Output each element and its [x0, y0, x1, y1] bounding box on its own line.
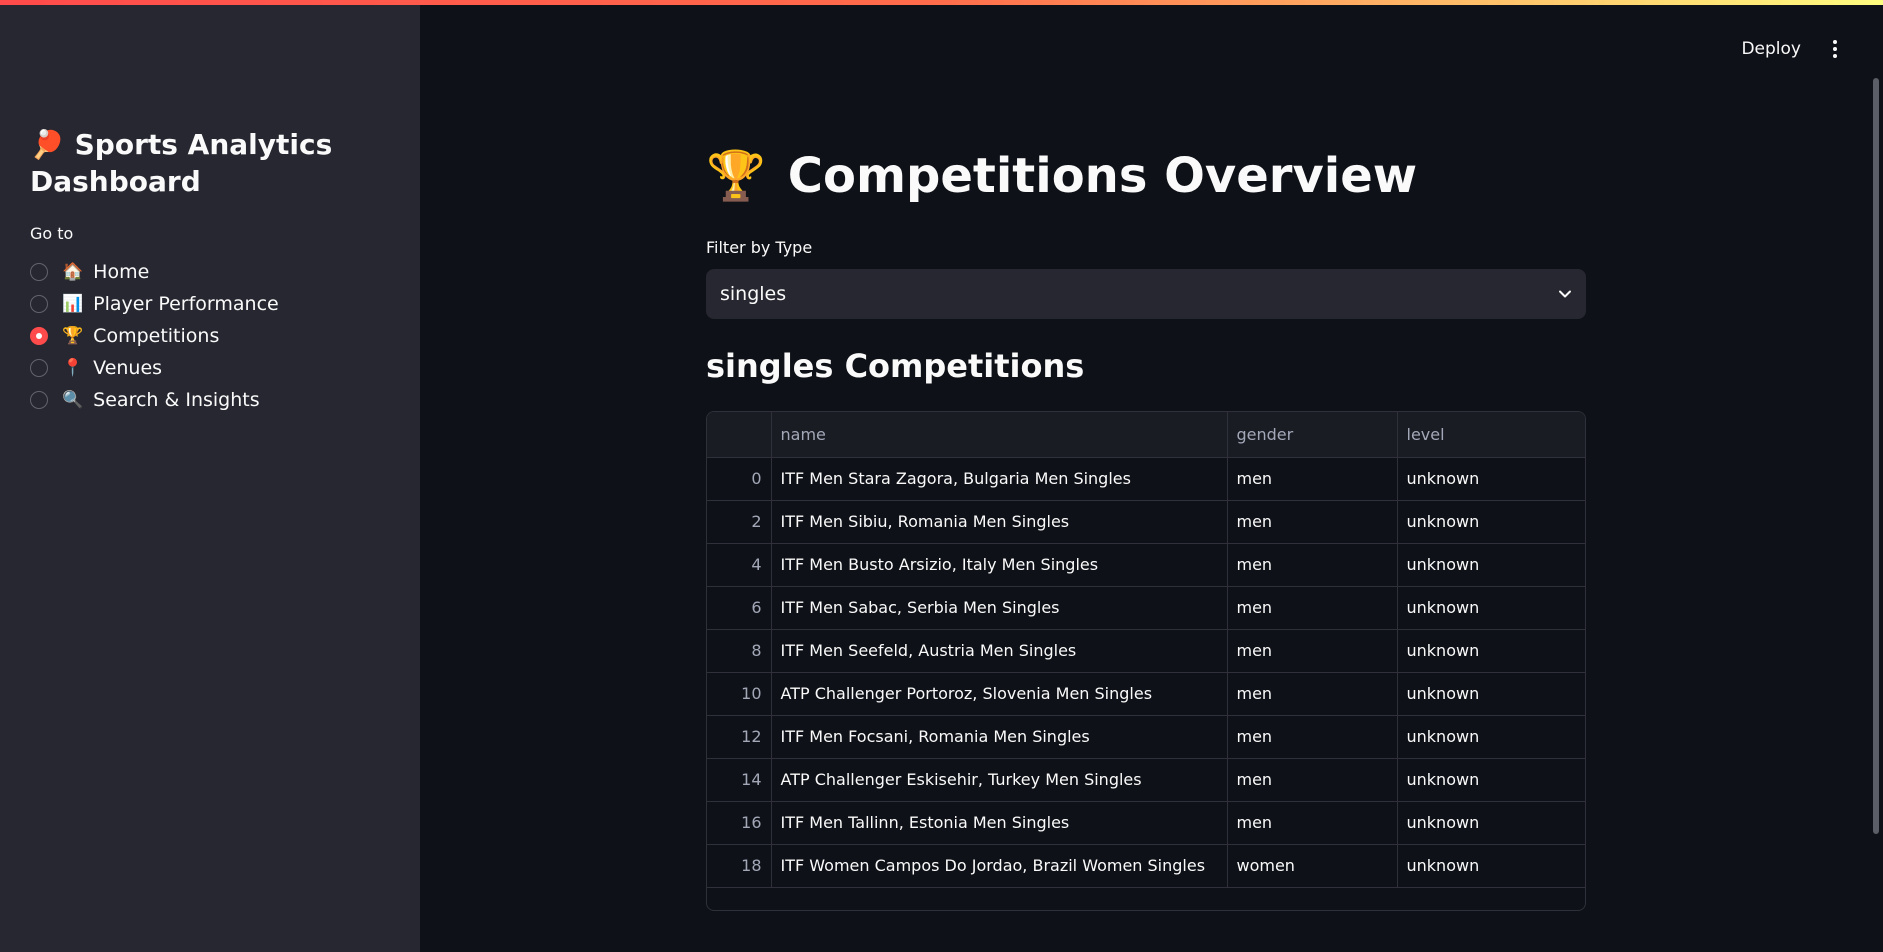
page-title-text: Competitions Overview — [787, 147, 1418, 204]
name-cell[interactable]: ITF Men Stara Zagora, Bulgaria Men Singl… — [771, 457, 1228, 501]
level-cell[interactable]: unknown — [1397, 758, 1585, 802]
top-decoration-bar — [0, 0, 1883, 5]
nav-item-label: Player Performance — [93, 293, 279, 315]
level-cell[interactable]: unknown — [1397, 672, 1585, 716]
table-row[interactable]: 6 ITF Men Sabac, Serbia Men Singles men unk… — [707, 586, 1585, 630]
kebab-menu-icon[interactable] — [1829, 36, 1841, 62]
radio-selected-icon[interactable] — [30, 327, 48, 345]
row-index-cell[interactable]: 16 — [707, 801, 772, 845]
name-cell[interactable]: ITF Men Focsani, Romania Men Singles — [771, 715, 1228, 759]
table-body: 0 ITF Men Stara Zagora, Bulgaria Men Sing… — [707, 457, 1585, 888]
deploy-button[interactable]: Deploy — [1741, 39, 1801, 59]
table-row[interactable]: 16 ITF Men Tallinn, Estonia Men Singles me… — [707, 801, 1585, 845]
section-title: singles Competitions — [706, 347, 1085, 385]
nav-item-player-performance[interactable]: 📊 Player Performance — [30, 288, 279, 320]
bar-chart-icon: 📊 — [62, 294, 84, 314]
filter-selected-value: singles — [720, 283, 787, 305]
table-row[interactable]: 0 ITF Men Stara Zagora, Bulgaria Men Sing… — [707, 457, 1585, 501]
gender-cell[interactable]: men — [1227, 801, 1398, 845]
gender-cell[interactable]: women — [1227, 844, 1398, 888]
competitions-table[interactable]: name gender level 0 ITF Men Stara Zagora, B… — [706, 411, 1586, 911]
level-cell[interactable]: unknown — [1397, 801, 1585, 845]
nav-item-venues[interactable]: 📍 Venues — [30, 352, 279, 384]
gender-cell[interactable]: men — [1227, 543, 1398, 587]
nav-item-label: Venues — [93, 357, 163, 379]
gender-cell[interactable]: men — [1227, 629, 1398, 673]
row-index-cell[interactable]: 12 — [707, 715, 772, 759]
radio-unselected-icon[interactable] — [30, 263, 48, 281]
sidebar: 🏓 Sports Analytics Dashboard Go to 🏠 Home… — [0, 0, 420, 952]
gender-cell[interactable]: men — [1227, 758, 1398, 802]
level-cell[interactable]: unknown — [1397, 500, 1585, 544]
level-cell[interactable]: unknown — [1397, 543, 1585, 587]
column-header-gender[interactable]: gender — [1227, 412, 1398, 458]
column-header-name[interactable]: name — [771, 412, 1228, 458]
column-header-level[interactable]: level — [1397, 412, 1585, 458]
sidebar-title-text: Sports Analytics Dashboard — [30, 128, 333, 198]
table-row[interactable]: 8 ITF Men Seefeld, Austria Men Singles men… — [707, 629, 1585, 673]
nav-item-home[interactable]: 🏠 Home — [30, 256, 279, 288]
name-cell[interactable]: ATP Challenger Eskisehir, Turkey Men Sin… — [771, 758, 1228, 802]
radio-unselected-icon[interactable] — [30, 295, 48, 313]
trophy-icon: 🏆 — [62, 326, 84, 346]
level-cell[interactable]: unknown — [1397, 457, 1585, 501]
nav-item-competitions[interactable]: 🏆 Competitions — [30, 320, 279, 352]
filter-label: Filter by Type — [706, 238, 813, 257]
table-header-row: name gender level — [707, 412, 1585, 458]
level-cell[interactable]: unknown — [1397, 715, 1585, 759]
radio-unselected-icon[interactable] — [30, 359, 48, 377]
page-title: 🏆 Competitions Overview — [706, 147, 1418, 205]
row-index-cell[interactable]: 2 — [707, 500, 772, 544]
nav-label: Go to — [30, 224, 74, 243]
radio-unselected-icon[interactable] — [30, 391, 48, 409]
nav-radio-group: 🏠 Home 📊 Player Performance 🏆 Competitions 📍 Ve… — [30, 256, 279, 416]
nav-item-label: Home — [93, 261, 150, 283]
name-cell[interactable]: ATP Challenger Portoroz, Slovenia Men Si… — [771, 672, 1228, 716]
row-index-cell[interactable]: 18 — [707, 844, 772, 888]
trophy-icon: 🏆 — [706, 148, 766, 204]
name-cell[interactable]: ITF Women Campos Do Jordao, Brazil Women… — [771, 844, 1228, 888]
nav-item-label: Competitions — [93, 325, 220, 347]
tennis-racket-icon: 🏓 — [30, 128, 65, 161]
level-cell[interactable]: unknown — [1397, 629, 1585, 673]
level-cell[interactable]: unknown — [1397, 586, 1585, 630]
table-row[interactable]: 4 ITF Men Busto Arsizio, Italy Men Single… — [707, 543, 1585, 587]
table-row[interactable]: 2 ITF Men Sibiu, Romania Men Singles men un… — [707, 500, 1585, 544]
gender-cell[interactable]: men — [1227, 672, 1398, 716]
gender-cell[interactable]: men — [1227, 586, 1398, 630]
table-row[interactable]: 18 ITF Women Campos Do Jordao, Brazil Wom… — [707, 844, 1585, 888]
column-header-index[interactable] — [707, 412, 772, 458]
row-index-cell[interactable]: 0 — [707, 457, 772, 501]
row-index-cell[interactable]: 4 — [707, 543, 772, 587]
name-cell[interactable]: ITF Men Tallinn, Estonia Men Singles — [771, 801, 1228, 845]
row-index-cell[interactable]: 8 — [707, 629, 772, 673]
row-index-cell[interactable]: 14 — [707, 758, 772, 802]
pin-icon: 📍 — [62, 358, 84, 378]
magnifier-icon: 🔍 — [62, 390, 84, 410]
name-cell[interactable]: ITF Men Sibiu, Romania Men Singles — [771, 500, 1228, 544]
name-cell[interactable]: ITF Men Seefeld, Austria Men Singles — [771, 629, 1228, 673]
table-row[interactable]: 10 ATP Challenger Portoroz, Slovenia Men … — [707, 672, 1585, 716]
filter-type-select[interactable]: singles — [706, 269, 1586, 319]
row-index-cell[interactable]: 6 — [707, 586, 772, 630]
row-index-cell[interactable]: 10 — [707, 672, 772, 716]
house-icon: 🏠 — [62, 262, 84, 282]
gender-cell[interactable]: men — [1227, 715, 1398, 759]
table-row[interactable]: 12 ITF Men Focsani, Romania Men Singles me… — [707, 715, 1585, 759]
nav-item-search-insights[interactable]: 🔍 Search & Insights — [30, 384, 279, 416]
sidebar-title: 🏓 Sports Analytics Dashboard — [30, 126, 390, 200]
level-cell[interactable]: unknown — [1397, 844, 1585, 888]
scrollbar[interactable] — [1873, 78, 1879, 834]
table-row[interactable]: 14 ATP Challenger Eskisehir, Turkey Men S… — [707, 758, 1585, 802]
name-cell[interactable]: ITF Men Busto Arsizio, Italy Men Singles — [771, 543, 1228, 587]
gender-cell[interactable]: men — [1227, 500, 1398, 544]
header-actions: Deploy — [1741, 36, 1841, 62]
gender-cell[interactable]: men — [1227, 457, 1398, 501]
chevron-down-icon — [1559, 290, 1571, 298]
name-cell[interactable]: ITF Men Sabac, Serbia Men Singles — [771, 586, 1228, 630]
nav-item-label: Search & Insights — [93, 389, 260, 411]
